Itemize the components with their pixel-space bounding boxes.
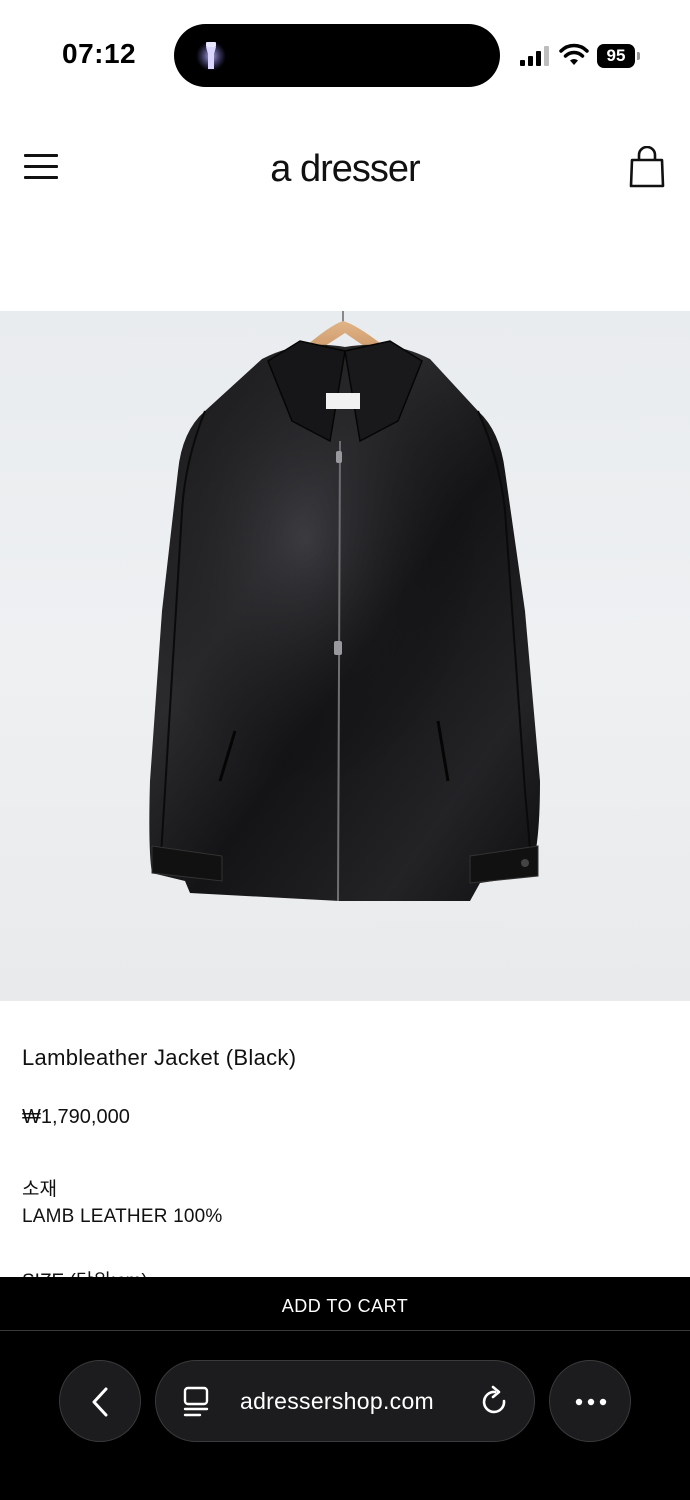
brand-logo[interactable]: a dresser: [0, 148, 690, 191]
back-button[interactable]: [59, 1360, 141, 1442]
url-text: adressershop.com: [240, 1388, 434, 1414]
site-header: a dresser: [0, 130, 690, 220]
product-price: ₩1,790,000: [22, 1106, 130, 1128]
size-label: SIZE (단위:cm): [22, 1266, 148, 1277]
status-time: 07:12: [62, 38, 137, 69]
battery-icon: 95: [597, 44, 641, 68]
dynamic-island: [174, 24, 500, 87]
material-value: LAMB LEATHER 100%: [22, 1206, 223, 1227]
battery-tip: [637, 52, 640, 60]
url-bar[interactable]: adressershop.com: [155, 1360, 535, 1442]
status-bar: 07:12 95: [0, 0, 690, 110]
more-button[interactable]: [549, 1360, 631, 1442]
wifi-icon: [559, 43, 589, 65]
material-label: 소재: [22, 1179, 57, 1200]
reload-icon[interactable]: [480, 1385, 510, 1419]
reader-icon: [183, 1386, 209, 1417]
add-to-cart-button[interactable]: ADD TO CART: [0, 1277, 690, 1331]
signal-icon: [520, 46, 549, 66]
browser-toolbar: adressershop.com: [0, 1331, 690, 1500]
jacket-illustration: [149, 311, 541, 902]
more-icon: [575, 1398, 607, 1406]
product-image[interactable]: [0, 311, 690, 1001]
shopping-bag-icon[interactable]: [628, 146, 666, 188]
back-chevron-icon: [92, 1387, 108, 1417]
size-section: SIZE (단위:cm): [22, 1262, 148, 1277]
product-title: Lambleather Jacket (Black): [22, 1045, 297, 1070]
flashlight-icon: [196, 41, 226, 71]
battery-level: 95: [597, 44, 635, 68]
